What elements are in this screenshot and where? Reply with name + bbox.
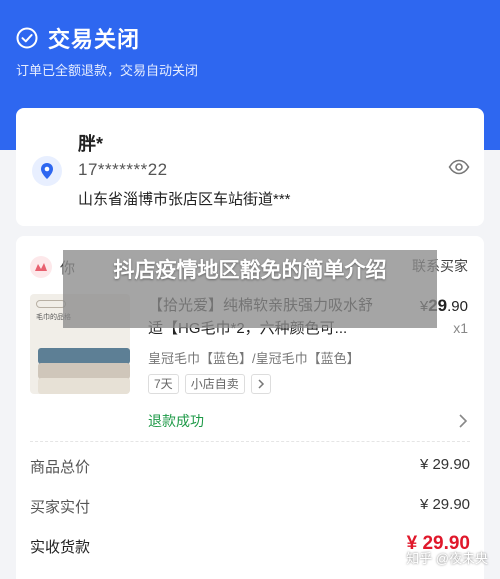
summary-label: 商品总价 [30, 459, 91, 476]
summary-row-received: 实收货款 ¥ 29.90 [30, 533, 470, 558]
divider [30, 441, 470, 442]
chevron-right-icon[interactable] [250, 374, 271, 394]
refund-status-row[interactable]: 退款成功 [148, 411, 468, 431]
article-title-overlay: 抖店疫情地区豁免的简单介绍 [63, 250, 437, 328]
check-circle-icon [16, 27, 38, 49]
towel-blue [38, 348, 130, 364]
summary-row-buyer-paid: 买家实付 ¥ 29.90 [30, 496, 470, 518]
recipient-phone: 17*******22 [78, 160, 168, 179]
towel-beige [38, 363, 130, 379]
refund-status: 退款成功 [148, 413, 204, 429]
overlay-title: 抖店疫情地区豁免的简单介绍 [113, 259, 387, 282]
chevron-right-icon [459, 414, 468, 428]
eye-icon[interactable] [448, 156, 470, 178]
watermark: 知乎 @夜未央 [406, 551, 488, 566]
product-spec: 皇冠毛巾【蓝色】/皇冠毛巾【蓝色】 [148, 351, 360, 366]
product-quantity: x1 [453, 320, 468, 336]
status-title: 交易关闭 [48, 27, 141, 52]
recipient-name: 胖* [78, 134, 104, 154]
summary-value: ¥ 29.90 [419, 456, 470, 473]
tag-7day: 7天 [148, 374, 179, 394]
summary-value: ¥ 29.90 [419, 496, 470, 513]
price-decimal: .90 [447, 298, 468, 315]
brand-badge [36, 300, 66, 308]
location-icon [32, 156, 62, 186]
status-subtitle: 订单已全额退款，交易自动关闭 [16, 63, 199, 78]
towel-white [38, 378, 130, 394]
shop-logo-icon [30, 256, 52, 278]
product-tags: 7天 小店自卖 [148, 374, 271, 394]
status-row: 交易关闭 [16, 22, 140, 54]
address-card[interactable]: 胖* 17*******22 山东省淄博市张店区车站街道*** [16, 108, 484, 226]
tag-self-operated: 小店自卖 [184, 374, 245, 394]
summary-label: 买家实付 [30, 499, 91, 516]
recipient-address: 山东省淄博市张店区车站街道*** [78, 191, 291, 208]
summary-label: 实收货款 [30, 539, 91, 556]
summary-row-total: 商品总价 ¥ 29.90 [30, 456, 470, 478]
